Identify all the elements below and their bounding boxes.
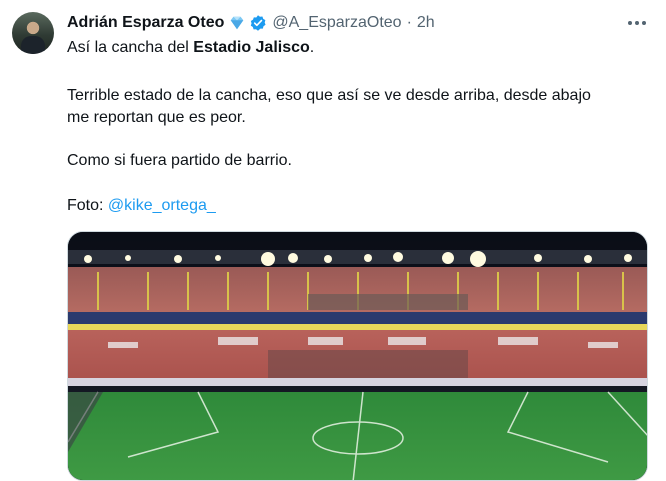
- author-handle[interactable]: @A_EsparzaOteo: [272, 14, 401, 32]
- tweet-text-para2-line1: Terrible estado de la cancha, eso que as…: [67, 87, 591, 104]
- text-prefix: Así la cancha del: [67, 39, 194, 56]
- author-name[interactable]: Adrián Esparza Oteo: [67, 14, 224, 32]
- stadium-photo: [68, 232, 647, 480]
- tweet-text-line1: Así la cancha del Estadio Jalisco.: [67, 37, 647, 59]
- tweet-text-para2-line2: me reportan que es peor.: [67, 109, 246, 126]
- tweet-header: Adrián Esparza Oteo @A_EsparzaOteo · 2h: [67, 12, 435, 34]
- photo-mention-link[interactable]: @kike_ortega_: [108, 197, 216, 214]
- tweet-photo[interactable]: [67, 231, 648, 481]
- author-avatar[interactable]: [12, 12, 54, 54]
- photo-label: Foto:: [67, 197, 108, 214]
- verified-badge-icon[interactable]: [249, 14, 267, 32]
- tweet-text-para3: Como si fuera partido de barrio.: [67, 152, 292, 169]
- tweet-timestamp[interactable]: 2h: [417, 14, 435, 32]
- text-suffix: .: [309, 39, 315, 56]
- stadium-name: Estadio Jalisco: [193, 39, 310, 56]
- photo-credit: Foto: @kike_ortega_: [67, 195, 647, 217]
- more-options-icon[interactable]: [626, 12, 648, 34]
- separator-dot: ·: [406, 14, 412, 31]
- blue-diamond-icon: [231, 16, 244, 30]
